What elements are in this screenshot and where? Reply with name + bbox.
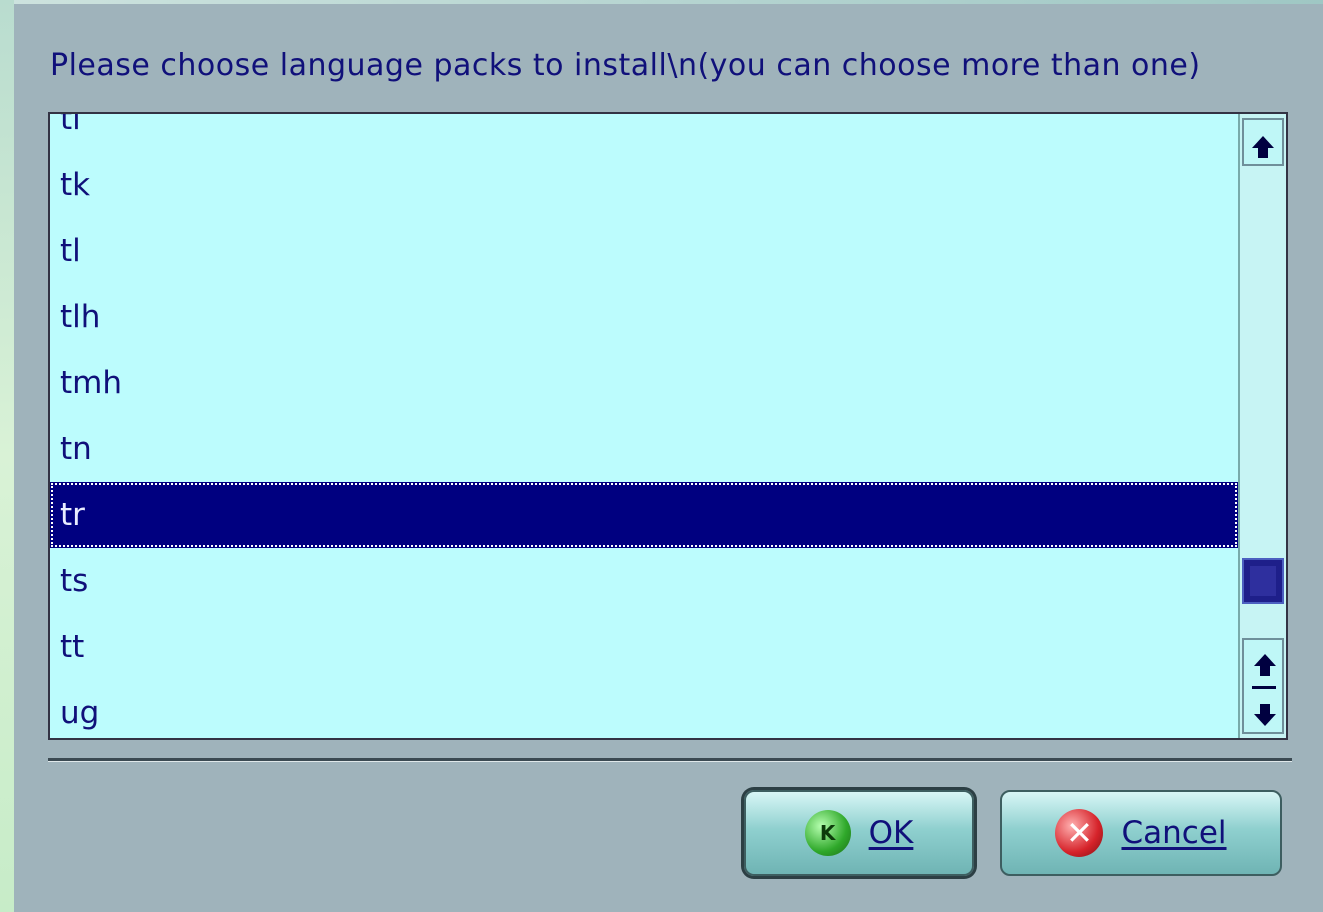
ok-button-label: OK — [868, 815, 914, 851]
list-item[interactable]: tn — [50, 416, 1238, 482]
scroll-step-buttons[interactable] — [1242, 638, 1284, 734]
cancel-button-label: Cancel — [1121, 815, 1227, 851]
vertical-scrollbar[interactable] — [1238, 114, 1286, 738]
list-item[interactable]: tmh — [50, 350, 1238, 416]
ok-button[interactable]: K OK — [744, 790, 974, 876]
language-pack-list[interactable]: ti tk tl tlh tmh tn tr ts tt ug — [48, 112, 1288, 740]
list-item[interactable]: tlh — [50, 284, 1238, 350]
kde-gear-icon: K — [804, 810, 851, 856]
scrollbar-thumb[interactable] — [1242, 558, 1284, 604]
list-item[interactable]: ug — [50, 680, 1238, 738]
arrow-down-icon[interactable] — [1254, 704, 1276, 726]
window-left-edge — [0, 0, 14, 912]
cancel-button[interactable]: ✕ Cancel — [1000, 790, 1282, 876]
dialog-prompt: Please choose language packs to install\… — [50, 48, 1201, 83]
scroll-up-button[interactable] — [1242, 118, 1284, 166]
arrow-up-icon[interactable] — [1254, 654, 1276, 676]
list-item[interactable]: tl — [50, 218, 1238, 284]
cancel-cross-icon: ✕ — [1055, 809, 1104, 857]
window-top-edge — [0, 0, 1323, 4]
scroll-step-divider — [1252, 686, 1276, 689]
list-item-selected[interactable]: tr — [50, 482, 1238, 548]
dialog-separator — [48, 758, 1292, 762]
list-items: ti tk tl tlh tmh tn tr ts tt ug — [50, 114, 1238, 738]
arrow-up-icon — [1252, 136, 1274, 158]
list-item[interactable]: tk — [50, 152, 1238, 218]
list-item[interactable]: ts — [50, 548, 1238, 614]
list-item[interactable]: tt — [50, 614, 1238, 680]
list-item[interactable]: ti — [50, 114, 1238, 152]
